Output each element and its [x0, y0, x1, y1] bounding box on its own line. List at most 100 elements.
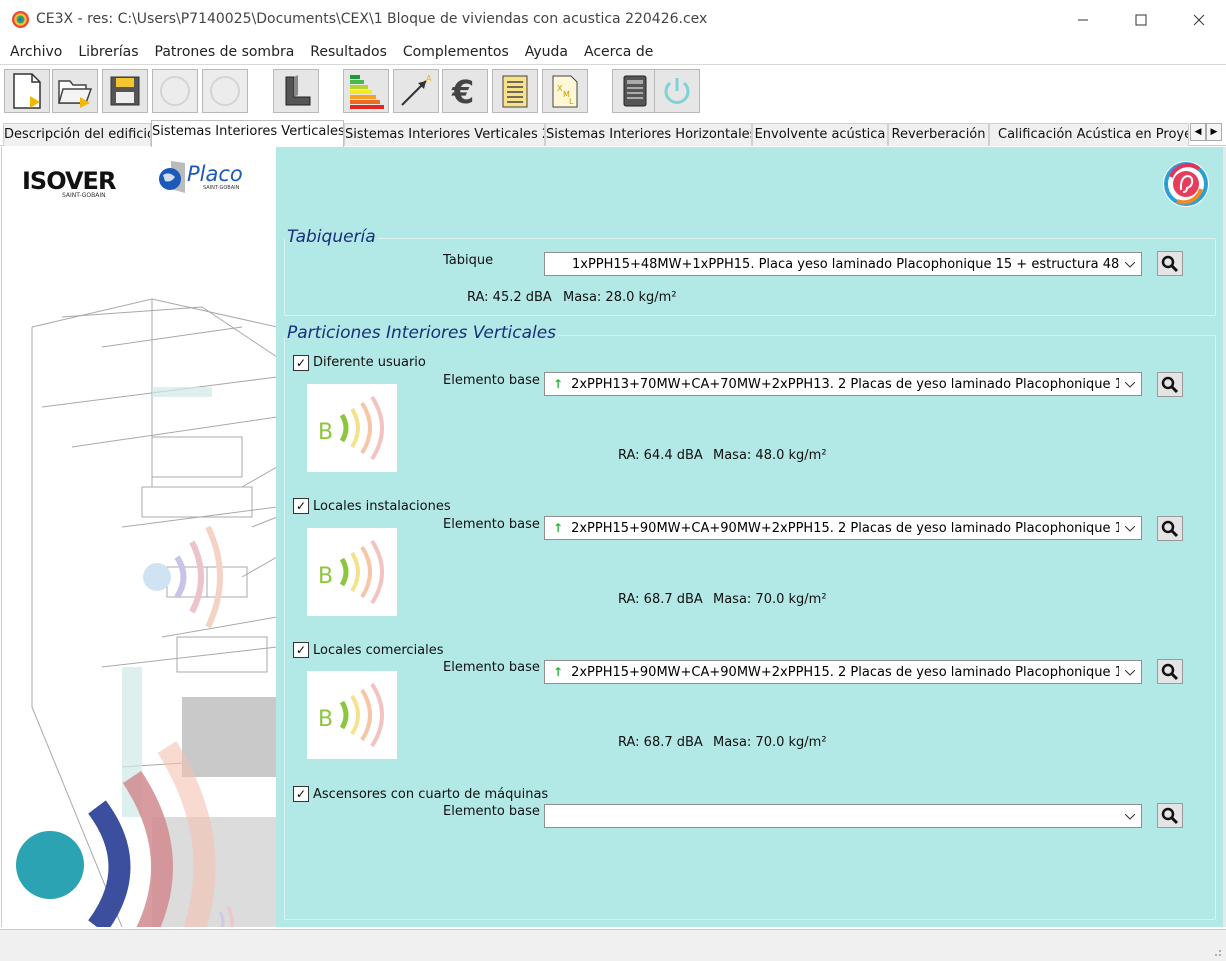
isover-logo: ISOVER SAINT-GOBAIN — [22, 167, 116, 199]
particiones-group — [284, 335, 1216, 920]
title-bar: CE3X - res: C:\Users\P7140025\Documents\… — [0, 0, 1226, 40]
acoustic-grade-badge: B — [307, 671, 397, 759]
resize-grip-icon[interactable] — [1212, 947, 1222, 957]
calculator-button[interactable] — [612, 69, 658, 113]
tabiqueria-title: Tabiquería — [285, 227, 378, 247]
locales-instalaciones-search-button[interactable] — [1157, 516, 1183, 541]
new-file-icon — [13, 73, 41, 109]
calculator-icon — [623, 75, 647, 107]
tab-reverberacion[interactable]: Reverberación — [888, 123, 989, 146]
tab-sistemas-interiores-verticales-2[interactable]: Sistemas Interiores Verticales 2 — [344, 123, 545, 146]
search-icon — [1161, 663, 1179, 680]
new-file-button[interactable] — [4, 69, 50, 113]
tab-scroll-right-icon[interactable]: ▶ — [1206, 123, 1222, 141]
acoustic-grade-icon: B — [318, 395, 384, 461]
svg-text:B: B — [318, 707, 333, 732]
window-title: CE3X - res: C:\Users\P7140025\Documents\… — [36, 11, 708, 27]
energy-rating-icon — [350, 75, 384, 109]
close-button[interactable] — [1170, 0, 1226, 40]
ascensores-search-button[interactable] — [1157, 803, 1183, 828]
chevron-down-icon — [1119, 809, 1141, 823]
locales-instalaciones-checkbox[interactable]: ✓ — [293, 498, 309, 514]
ascensores-checkbox[interactable]: ✓ — [293, 786, 309, 802]
toolbar: A € X M L — [0, 64, 1226, 116]
app-logo-icon — [11, 10, 30, 29]
locales-instalaciones-ra: RA: 68.7 dBA — [618, 592, 703, 607]
locales-instalaciones-label: Locales instalaciones — [313, 499, 451, 514]
chevron-down-icon — [1119, 377, 1141, 391]
locales-comerciales-value: 2xPPH15+90MW+CA+90MW+2xPPH15. 2 Placas d… — [571, 664, 1119, 680]
tab-scroll-left-icon[interactable]: ◀ — [1190, 123, 1206, 141]
tab-bar: Descripción del edificio Sistemas Interi… — [0, 120, 1226, 147]
diferente-usuario-search-button[interactable] — [1157, 372, 1183, 397]
search-icon — [1161, 255, 1179, 272]
building-illustration — [16, 298, 276, 927]
locales-comerciales-label: Locales comerciales — [313, 643, 444, 658]
placo-logo-subtitle: SAINT-GOBAIN — [203, 184, 240, 191]
placo-globe-icon — [159, 161, 185, 193]
euro-icon: € — [451, 73, 474, 109]
open-folder-icon — [58, 80, 93, 108]
tab-sistemas-interiores-verticales[interactable]: Sistemas Interiores Verticales — [151, 120, 344, 147]
ascensores-select[interactable] — [544, 804, 1142, 828]
save-button[interactable] — [102, 69, 148, 113]
disabled-icon — [210, 76, 240, 106]
measures-button[interactable]: A — [393, 69, 439, 113]
elemento-base-label: Elemento base — [443, 517, 540, 532]
locales-comerciales-search-button[interactable] — [1157, 659, 1183, 684]
acoustic-grade-icon: B — [318, 539, 384, 605]
chevron-down-icon — [1119, 257, 1141, 271]
menu-librerias[interactable]: Librerías — [70, 44, 146, 60]
energy-rating-button[interactable] — [343, 69, 389, 113]
building-button[interactable] — [273, 69, 319, 113]
measures-icon: A — [401, 74, 432, 106]
elemento-base-label: Elemento base — [443, 373, 540, 388]
tab-scroll-buttons: ◀ ▶ — [1190, 123, 1222, 141]
elemento-base-label: Elemento base — [443, 804, 540, 819]
tabique-masa: Masa: 28.0 kg/m² — [563, 290, 677, 305]
economic-analysis-button[interactable]: € — [442, 69, 488, 113]
xml-export-button[interactable]: X M L — [542, 69, 588, 113]
xml-export-icon: X M L — [552, 75, 578, 108]
menu-patrones-de-sombra[interactable]: Patrones de sombra — [147, 44, 303, 60]
diferente-usuario-checkbox[interactable]: ✓ — [293, 355, 309, 371]
open-button[interactable] — [52, 69, 98, 113]
menu-ayuda[interactable]: Ayuda — [517, 44, 576, 60]
tab-sistemas-interiores-horizontales[interactable]: Sistemas Interiores Horizontales — [545, 123, 752, 146]
tabique-select[interactable]: 1xPPH15+48MW+1xPPH15. Placa yeso laminad… — [544, 252, 1142, 276]
locales-comerciales-ra: RA: 68.7 dBA — [618, 735, 703, 750]
tab-envolvente-acustica[interactable]: Envolvente acústica — [752, 123, 888, 146]
menu-resultados[interactable]: Resultados — [302, 44, 395, 60]
minimize-button[interactable] — [1054, 0, 1112, 40]
placo-logo-text: Placo — [187, 161, 243, 186]
diferente-usuario-label: Diferente usuario — [313, 355, 426, 370]
disabled-toolbar-button[interactable] — [202, 69, 248, 113]
status-bar — [0, 929, 1226, 961]
report-button[interactable] — [492, 69, 538, 113]
maximize-button[interactable] — [1112, 0, 1170, 40]
main-form-panel: Tabiquería Tabique 1xPPH15+48MW+1xPPH15.… — [276, 147, 1223, 927]
tabique-search-button[interactable] — [1157, 251, 1183, 276]
search-icon — [1161, 376, 1179, 393]
locales-instalaciones-select[interactable]: ↑ 2xPPH15+90MW+CA+90MW+2xPPH15. 2 Placas… — [544, 516, 1142, 540]
locales-comerciales-checkbox[interactable]: ✓ — [293, 642, 309, 658]
search-icon — [1161, 520, 1179, 537]
svg-text:€: € — [451, 73, 474, 109]
menu-archivo[interactable]: Archivo — [2, 44, 70, 60]
svg-text:A: A — [426, 74, 432, 83]
tab-calificacion-acustica[interactable]: Calificación Acústica en Proyecto — [989, 123, 1189, 146]
close-icon — [1193, 14, 1205, 26]
arrow-up-icon: ↑ — [553, 665, 564, 679]
save-icon — [110, 76, 140, 106]
menu-acerca-de[interactable]: Acerca de — [576, 44, 661, 60]
building-icon — [285, 75, 311, 106]
ascensores-label: Ascensores con cuarto de máquinas — [313, 787, 549, 802]
elemento-base-label: Elemento base — [443, 660, 540, 675]
disabled-toolbar-button[interactable] — [152, 69, 198, 113]
power-icon — [664, 78, 690, 104]
menu-complementos[interactable]: Complementos — [395, 44, 517, 60]
locales-comerciales-select[interactable]: ↑ 2xPPH15+90MW+CA+90MW+2xPPH15. 2 Placas… — [544, 660, 1142, 684]
tab-descripcion-del-edificio[interactable]: Descripción del edificio — [3, 123, 151, 146]
diferente-usuario-select[interactable]: ↑ 2xPPH13+70MW+CA+70MW+2xPPH13. 2 Placas… — [544, 372, 1142, 396]
power-button[interactable] — [654, 69, 700, 113]
